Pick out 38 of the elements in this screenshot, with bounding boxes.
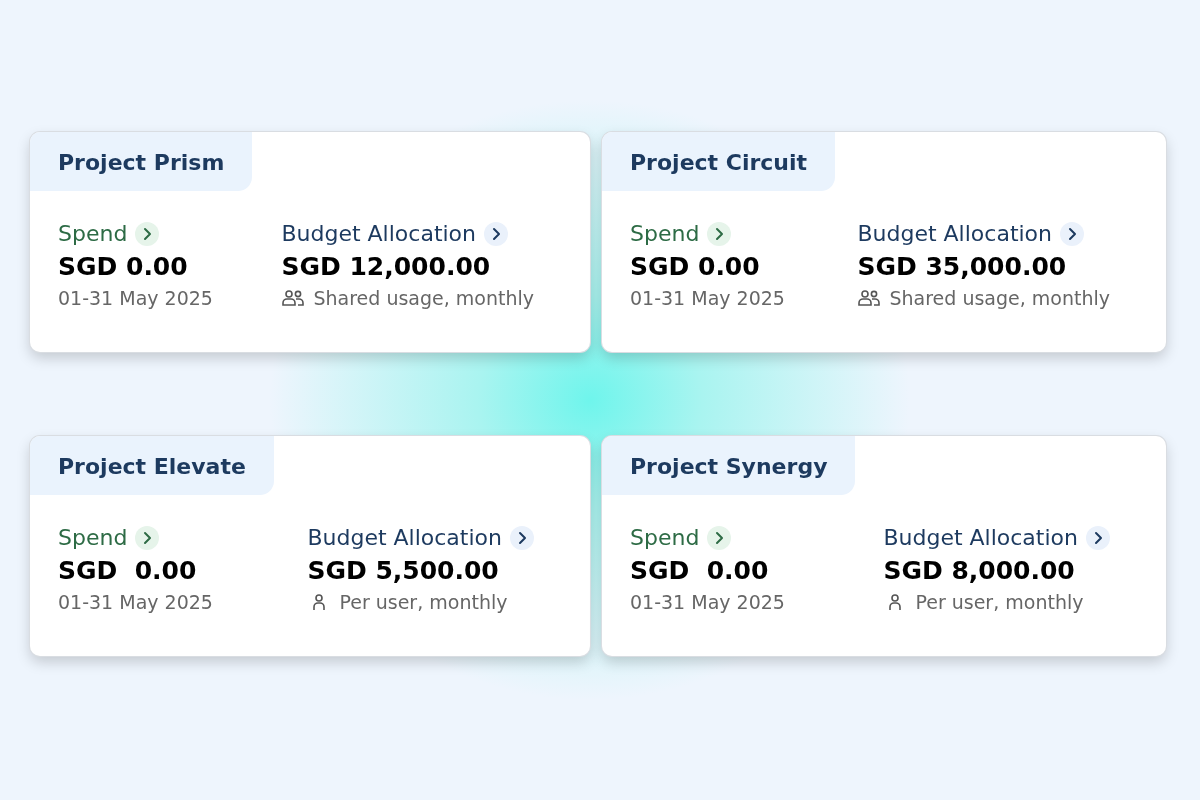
- usage-text: Per user, monthly: [915, 591, 1084, 613]
- chevron-icon: [484, 221, 509, 246]
- people-icon: [857, 288, 882, 308]
- period-text: 01-31 May 2025: [58, 591, 214, 613]
- usage-text: Shared usage, monthly: [889, 287, 1110, 309]
- spend-link[interactable]: Spend: [58, 221, 282, 246]
- period-text: 01-31 May 2025: [630, 591, 786, 613]
- chevron-icon: [1086, 525, 1110, 550]
- budget-amount: SGD 12,000.00: [281, 252, 492, 281]
- spend-amount: SGD 0.00: [58, 556, 198, 585]
- usage-text: Per user, monthly: [339, 591, 508, 613]
- chevron-icon: [707, 525, 732, 550]
- budget-link[interactable]: Budget Allocation: [281, 221, 534, 246]
- card-title: Project Circuit: [602, 132, 836, 191]
- spend-link[interactable]: Spend: [58, 525, 308, 550]
- budget-link[interactable]: Budget Allocation: [307, 525, 534, 550]
- budget-amount: SGD 35,000.00: [857, 252, 1068, 281]
- budget-amount: SGD 8,000.00: [883, 556, 1076, 585]
- budget-link[interactable]: Budget Allocation: [857, 221, 1110, 246]
- card-title: Project Prism: [30, 132, 253, 191]
- chevron-icon: [135, 525, 160, 550]
- budget-amount: SGD 5,500.00: [307, 556, 500, 585]
- chevron-icon: [1060, 221, 1085, 246]
- spend-amount: SGD 0.00: [58, 252, 189, 281]
- spend-amount: SGD 0.00: [630, 252, 761, 281]
- spend-amount: SGD 0.00: [630, 556, 770, 585]
- period-text: 01-31 May 2025: [630, 287, 786, 309]
- period-text: 01-31 May 2025: [58, 287, 214, 309]
- chevron-icon: [510, 525, 534, 550]
- chevron-icon: [135, 221, 160, 246]
- people-icon: [281, 288, 306, 308]
- card-title: Project Synergy: [602, 436, 856, 495]
- card-title: Project Elevate: [30, 436, 274, 495]
- budget-link[interactable]: Budget Allocation: [883, 525, 1110, 550]
- spend-link[interactable]: Spend: [630, 525, 884, 550]
- spend-link[interactable]: Spend: [630, 221, 858, 246]
- chevron-icon: [707, 221, 732, 246]
- usage-text: Shared usage, monthly: [313, 287, 534, 309]
